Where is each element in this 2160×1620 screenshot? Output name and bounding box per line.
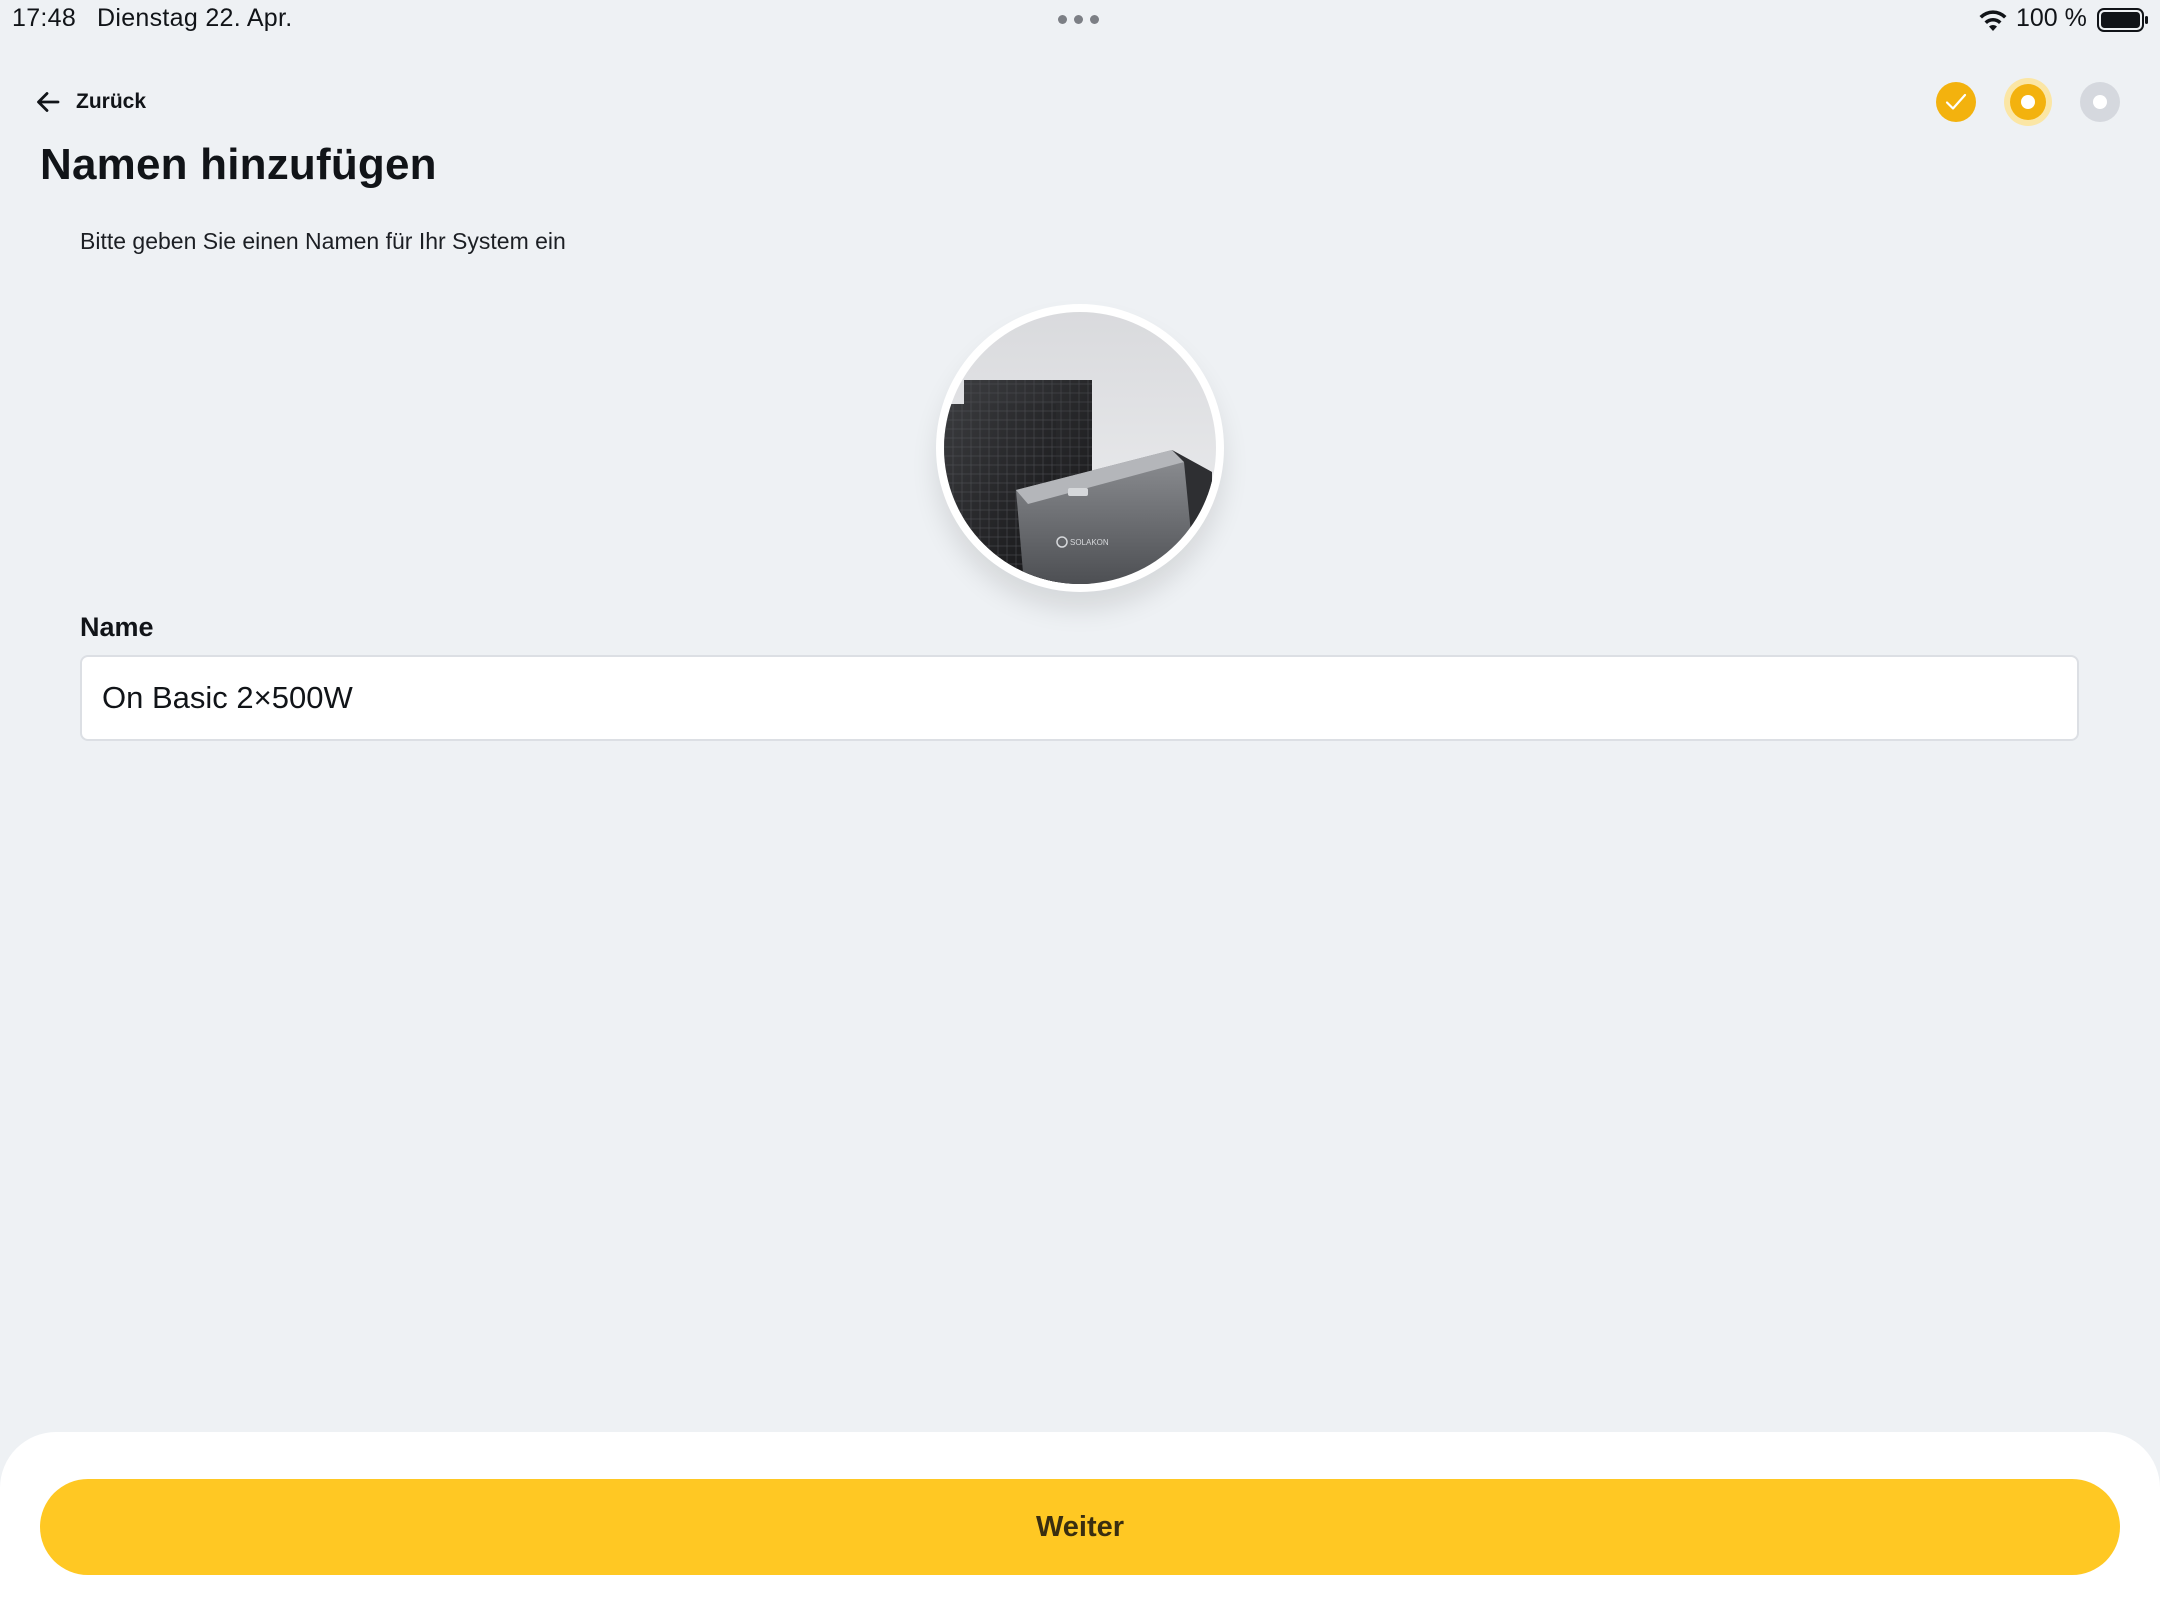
page-title: Namen hinzufügen	[40, 140, 437, 189]
step-current	[2004, 78, 2052, 126]
battery-percent: 100 %	[2016, 4, 2087, 32]
back-label: Zurück	[76, 90, 147, 113]
name-input[interactable]	[80, 655, 2079, 741]
continue-button[interactable]: Weiter	[40, 1479, 2120, 1575]
step-completed	[1936, 82, 1976, 122]
step-upcoming	[2080, 82, 2120, 122]
name-field-label: Name	[80, 612, 154, 642]
status-time: 17:48	[12, 4, 77, 32]
progress-steps	[1936, 78, 2122, 126]
battery-icon	[2097, 8, 2148, 32]
status-bar: 17:48 Dienstag 22. Apr. 100 %	[0, 0, 2160, 40]
back-button[interactable]: Zurück	[34, 85, 146, 119]
product-image: SOLAKON	[936, 304, 1224, 592]
product-brand-text: SOLAKON	[1070, 538, 1109, 547]
page-subtitle: Bitte geben Sie einen Namen für Ihr Syst…	[80, 228, 566, 254]
bottom-sheet: Weiter	[0, 1432, 2160, 1620]
status-date: Dienstag 22. Apr.	[97, 4, 293, 32]
multitask-dots-icon[interactable]	[1058, 15, 1099, 24]
arrow-left-icon	[37, 92, 60, 112]
wifi-icon	[1979, 10, 2007, 31]
checkmark-icon	[1945, 93, 1967, 110]
